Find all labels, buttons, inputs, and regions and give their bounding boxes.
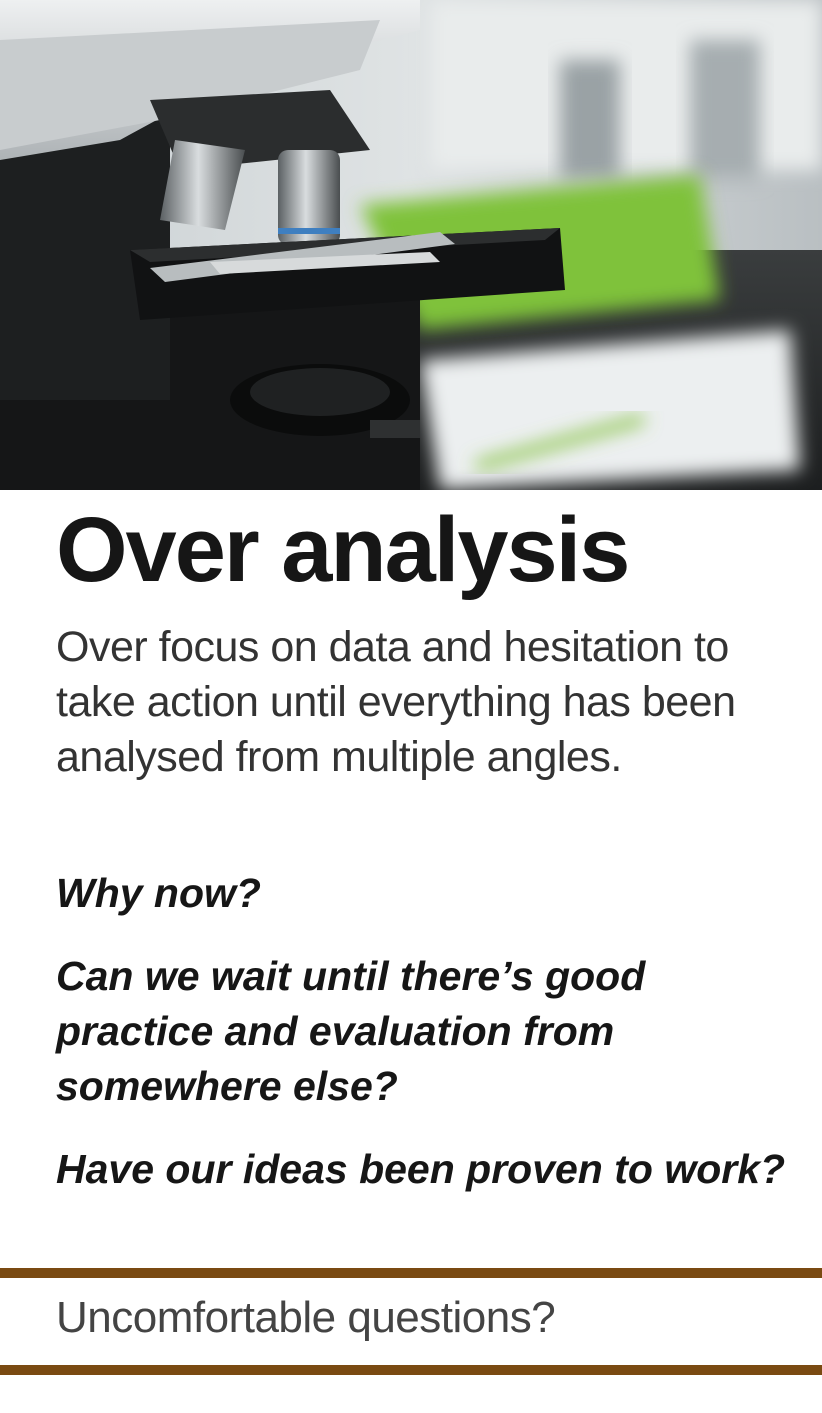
- footer-bottom-divider: [0, 1365, 822, 1375]
- description-text: Over focus on data and hesitation to tak…: [56, 623, 736, 781]
- question-item: Can we wait until there’s good practice …: [56, 953, 646, 1109]
- question-item: Have our ideas been proven to work?: [56, 1146, 786, 1192]
- footer-label: Uncomfortable questions?: [56, 1293, 556, 1342]
- questions-list: Why now? Can we wait until there’s good …: [56, 866, 796, 1225]
- footer-top-divider: [0, 1268, 822, 1278]
- microscope-illustration: [0, 0, 822, 490]
- hero-image-microscope: [0, 0, 822, 490]
- page-title: Over analysis: [56, 499, 630, 601]
- question-item: Why now?: [56, 870, 261, 916]
